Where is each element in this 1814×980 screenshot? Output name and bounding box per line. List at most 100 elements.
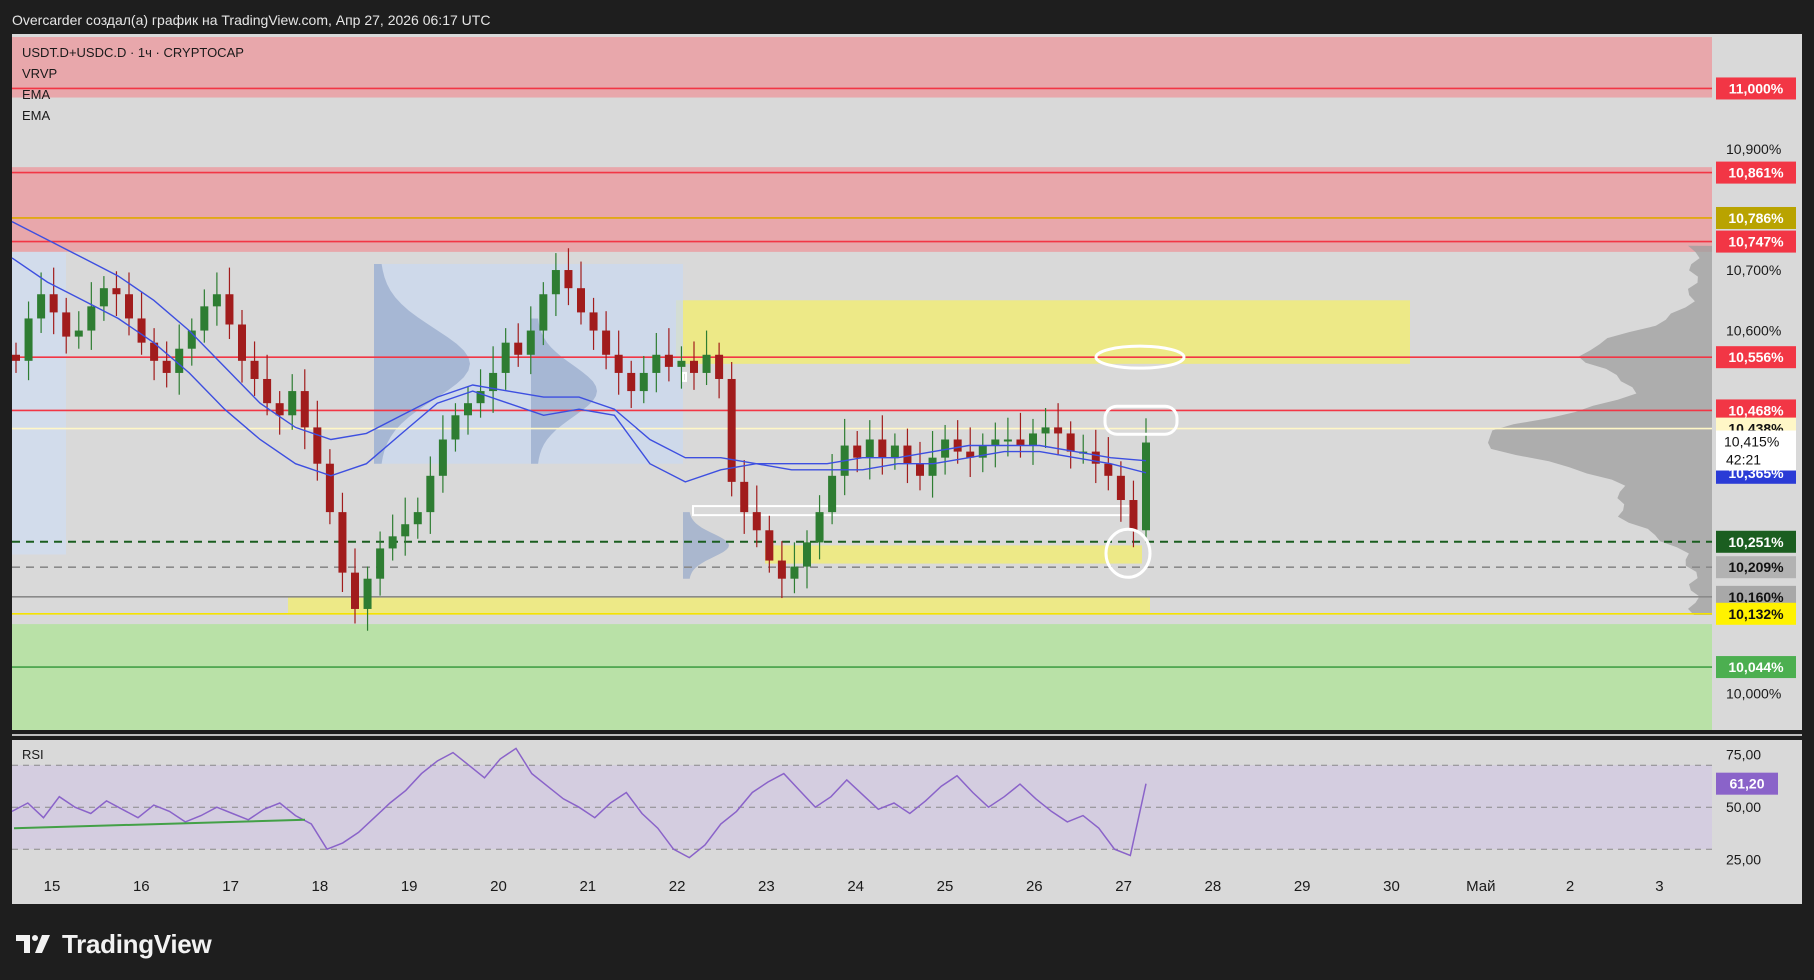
candle-body[interactable]: [12, 354, 20, 361]
candle-body[interactable]: [24, 318, 33, 361]
candle-body[interactable]: [765, 530, 774, 561]
price-level-text: 10,209%: [1728, 559, 1784, 575]
candle-body[interactable]: [413, 512, 422, 525]
candle-body[interactable]: [526, 330, 535, 355]
candle-body[interactable]: [727, 378, 736, 482]
candle-body[interactable]: [401, 524, 410, 537]
candle-body[interactable]: [865, 439, 874, 458]
candle-body[interactable]: [376, 548, 385, 579]
rsi-legend[interactable]: RSI: [22, 747, 44, 762]
candle-body[interactable]: [803, 542, 811, 567]
candle-body[interactable]: [614, 354, 623, 373]
candle-body[interactable]: [602, 330, 611, 355]
candle-body[interactable]: [1041, 427, 1050, 434]
candle-body[interactable]: [677, 360, 686, 367]
time-tick-label: 24: [847, 878, 864, 895]
price-axis[interactable]: [1712, 34, 1802, 730]
candle-body[interactable]: [903, 445, 912, 464]
candle-body[interactable]: [275, 403, 284, 416]
time-tick-label: 30: [1383, 878, 1400, 895]
indicator-legend-ema-1[interactable]: EMA: [22, 87, 51, 102]
candle-body[interactable]: [313, 427, 322, 464]
candle-body[interactable]: [890, 445, 899, 458]
time-tick-label: 18: [312, 878, 329, 895]
candle-body[interactable]: [175, 348, 184, 373]
zone-resistance-1[interactable]: [12, 167, 1712, 252]
candle-body[interactable]: [627, 372, 636, 392]
candle-body[interactable]: [1003, 439, 1012, 442]
time-tick-label: 17: [222, 878, 239, 895]
candle-body[interactable]: [916, 463, 924, 476]
candle-body[interactable]: [1016, 439, 1025, 446]
candle-body[interactable]: [388, 536, 397, 549]
zone-support-2[interactable]: [12, 624, 1712, 730]
yellow-zone-0[interactable]: [676, 300, 1410, 364]
candle-body[interactable]: [162, 360, 171, 373]
candle-body[interactable]: [564, 270, 573, 289]
candle-body[interactable]: [438, 439, 447, 476]
candle-body[interactable]: [501, 342, 510, 373]
candle-body[interactable]: [351, 572, 359, 609]
candle-body[interactable]: [212, 294, 221, 307]
candle-body[interactable]: [426, 475, 435, 513]
candle-body[interactable]: [49, 294, 58, 313]
current-price-text: 10,415%: [1724, 434, 1779, 450]
candle-body[interactable]: [1066, 433, 1075, 452]
candle-body[interactable]: [87, 306, 96, 331]
candle-body[interactable]: [702, 354, 711, 373]
candle-body[interactable]: [1104, 463, 1113, 476]
candle-body[interactable]: [37, 294, 46, 319]
candle-body[interactable]: [828, 475, 837, 513]
candle-body[interactable]: [740, 481, 749, 513]
chart-canvas[interactable]: 10,000% 10,600% 10,700% 10,900% 11,000% 10,86…: [0, 0, 1814, 980]
candle-body[interactable]: [991, 439, 1000, 446]
candle-body[interactable]: [928, 457, 937, 476]
candle-body[interactable]: [238, 324, 246, 361]
candle-body[interactable]: [325, 463, 334, 513]
candle-body[interactable]: [752, 512, 761, 531]
candle-body[interactable]: [715, 354, 724, 379]
candle-body[interactable]: [363, 578, 372, 609]
candle-body[interactable]: [200, 306, 209, 331]
candle-body[interactable]: [99, 288, 108, 307]
symbol-legend[interactable]: USDT.D+USDC.D · 1ч · CRYPTOCAP: [22, 45, 244, 60]
candle-body[interactable]: [815, 512, 824, 543]
candle-body[interactable]: [690, 360, 698, 373]
candle-body[interactable]: [777, 560, 786, 579]
candle-body[interactable]: [125, 294, 133, 319]
candle-body[interactable]: [551, 270, 560, 295]
candle-body[interactable]: [790, 566, 799, 579]
candle-body[interactable]: [1129, 500, 1138, 531]
candle-body[interactable]: [1142, 442, 1150, 531]
candle-body[interactable]: [74, 330, 83, 337]
candle-body[interactable]: [338, 512, 347, 573]
candle-body[interactable]: [853, 445, 862, 458]
time-tick-label: 2: [1566, 878, 1574, 895]
candle-body[interactable]: [589, 312, 598, 331]
candle-body[interactable]: [451, 415, 460, 440]
candle-body[interactable]: [514, 342, 523, 355]
indicator-legend-ema-2[interactable]: EMA: [22, 108, 51, 123]
candle-body[interactable]: [539, 294, 548, 331]
candle-body[interactable]: [225, 294, 234, 325]
candle-body[interactable]: [62, 312, 71, 337]
candle-body[interactable]: [263, 378, 272, 404]
candle-body[interactable]: [664, 354, 673, 367]
yellow-zone-2[interactable]: [765, 545, 1142, 564]
candle-body[interactable]: [639, 372, 648, 392]
candle-body[interactable]: [464, 403, 472, 416]
candle-body[interactable]: [878, 439, 887, 458]
candle-body[interactable]: [577, 288, 585, 313]
candle-body[interactable]: [953, 439, 962, 452]
candle-body[interactable]: [652, 354, 661, 373]
candle-body[interactable]: [250, 360, 259, 379]
candle-body[interactable]: [300, 391, 309, 428]
candle-body[interactable]: [288, 391, 297, 416]
candle-body[interactable]: [1029, 433, 1037, 446]
candle-body[interactable]: [137, 318, 146, 343]
candle-body[interactable]: [1116, 475, 1125, 501]
yellow-zone-1[interactable]: [288, 596, 1150, 614]
candle-body[interactable]: [112, 288, 121, 295]
indicator-legend-vrvp[interactable]: VRVP: [22, 66, 57, 81]
candle-body[interactable]: [1054, 427, 1063, 434]
